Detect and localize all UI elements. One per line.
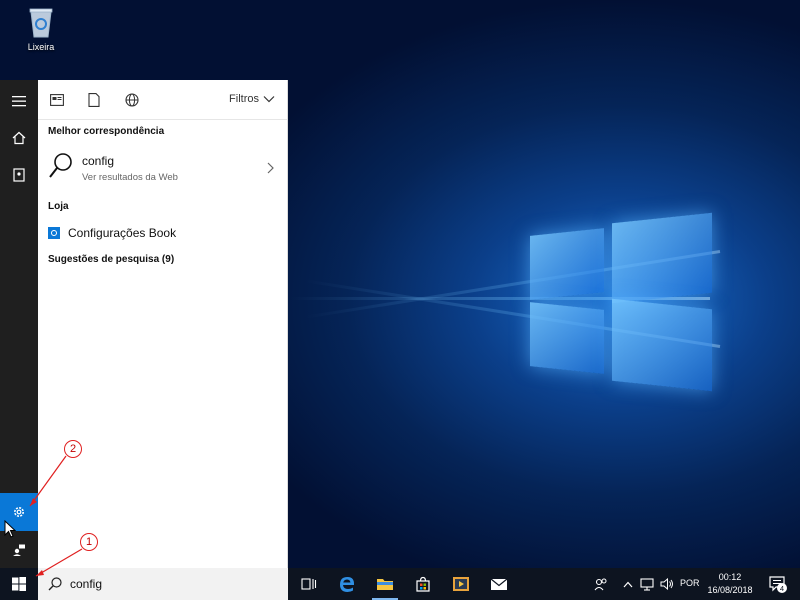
mouse-cursor-icon xyxy=(4,520,16,538)
annotation-arrows xyxy=(29,455,83,577)
annotation-callout-1: 1 xyxy=(80,533,98,551)
annotation-callout-2: 2 xyxy=(64,440,82,458)
